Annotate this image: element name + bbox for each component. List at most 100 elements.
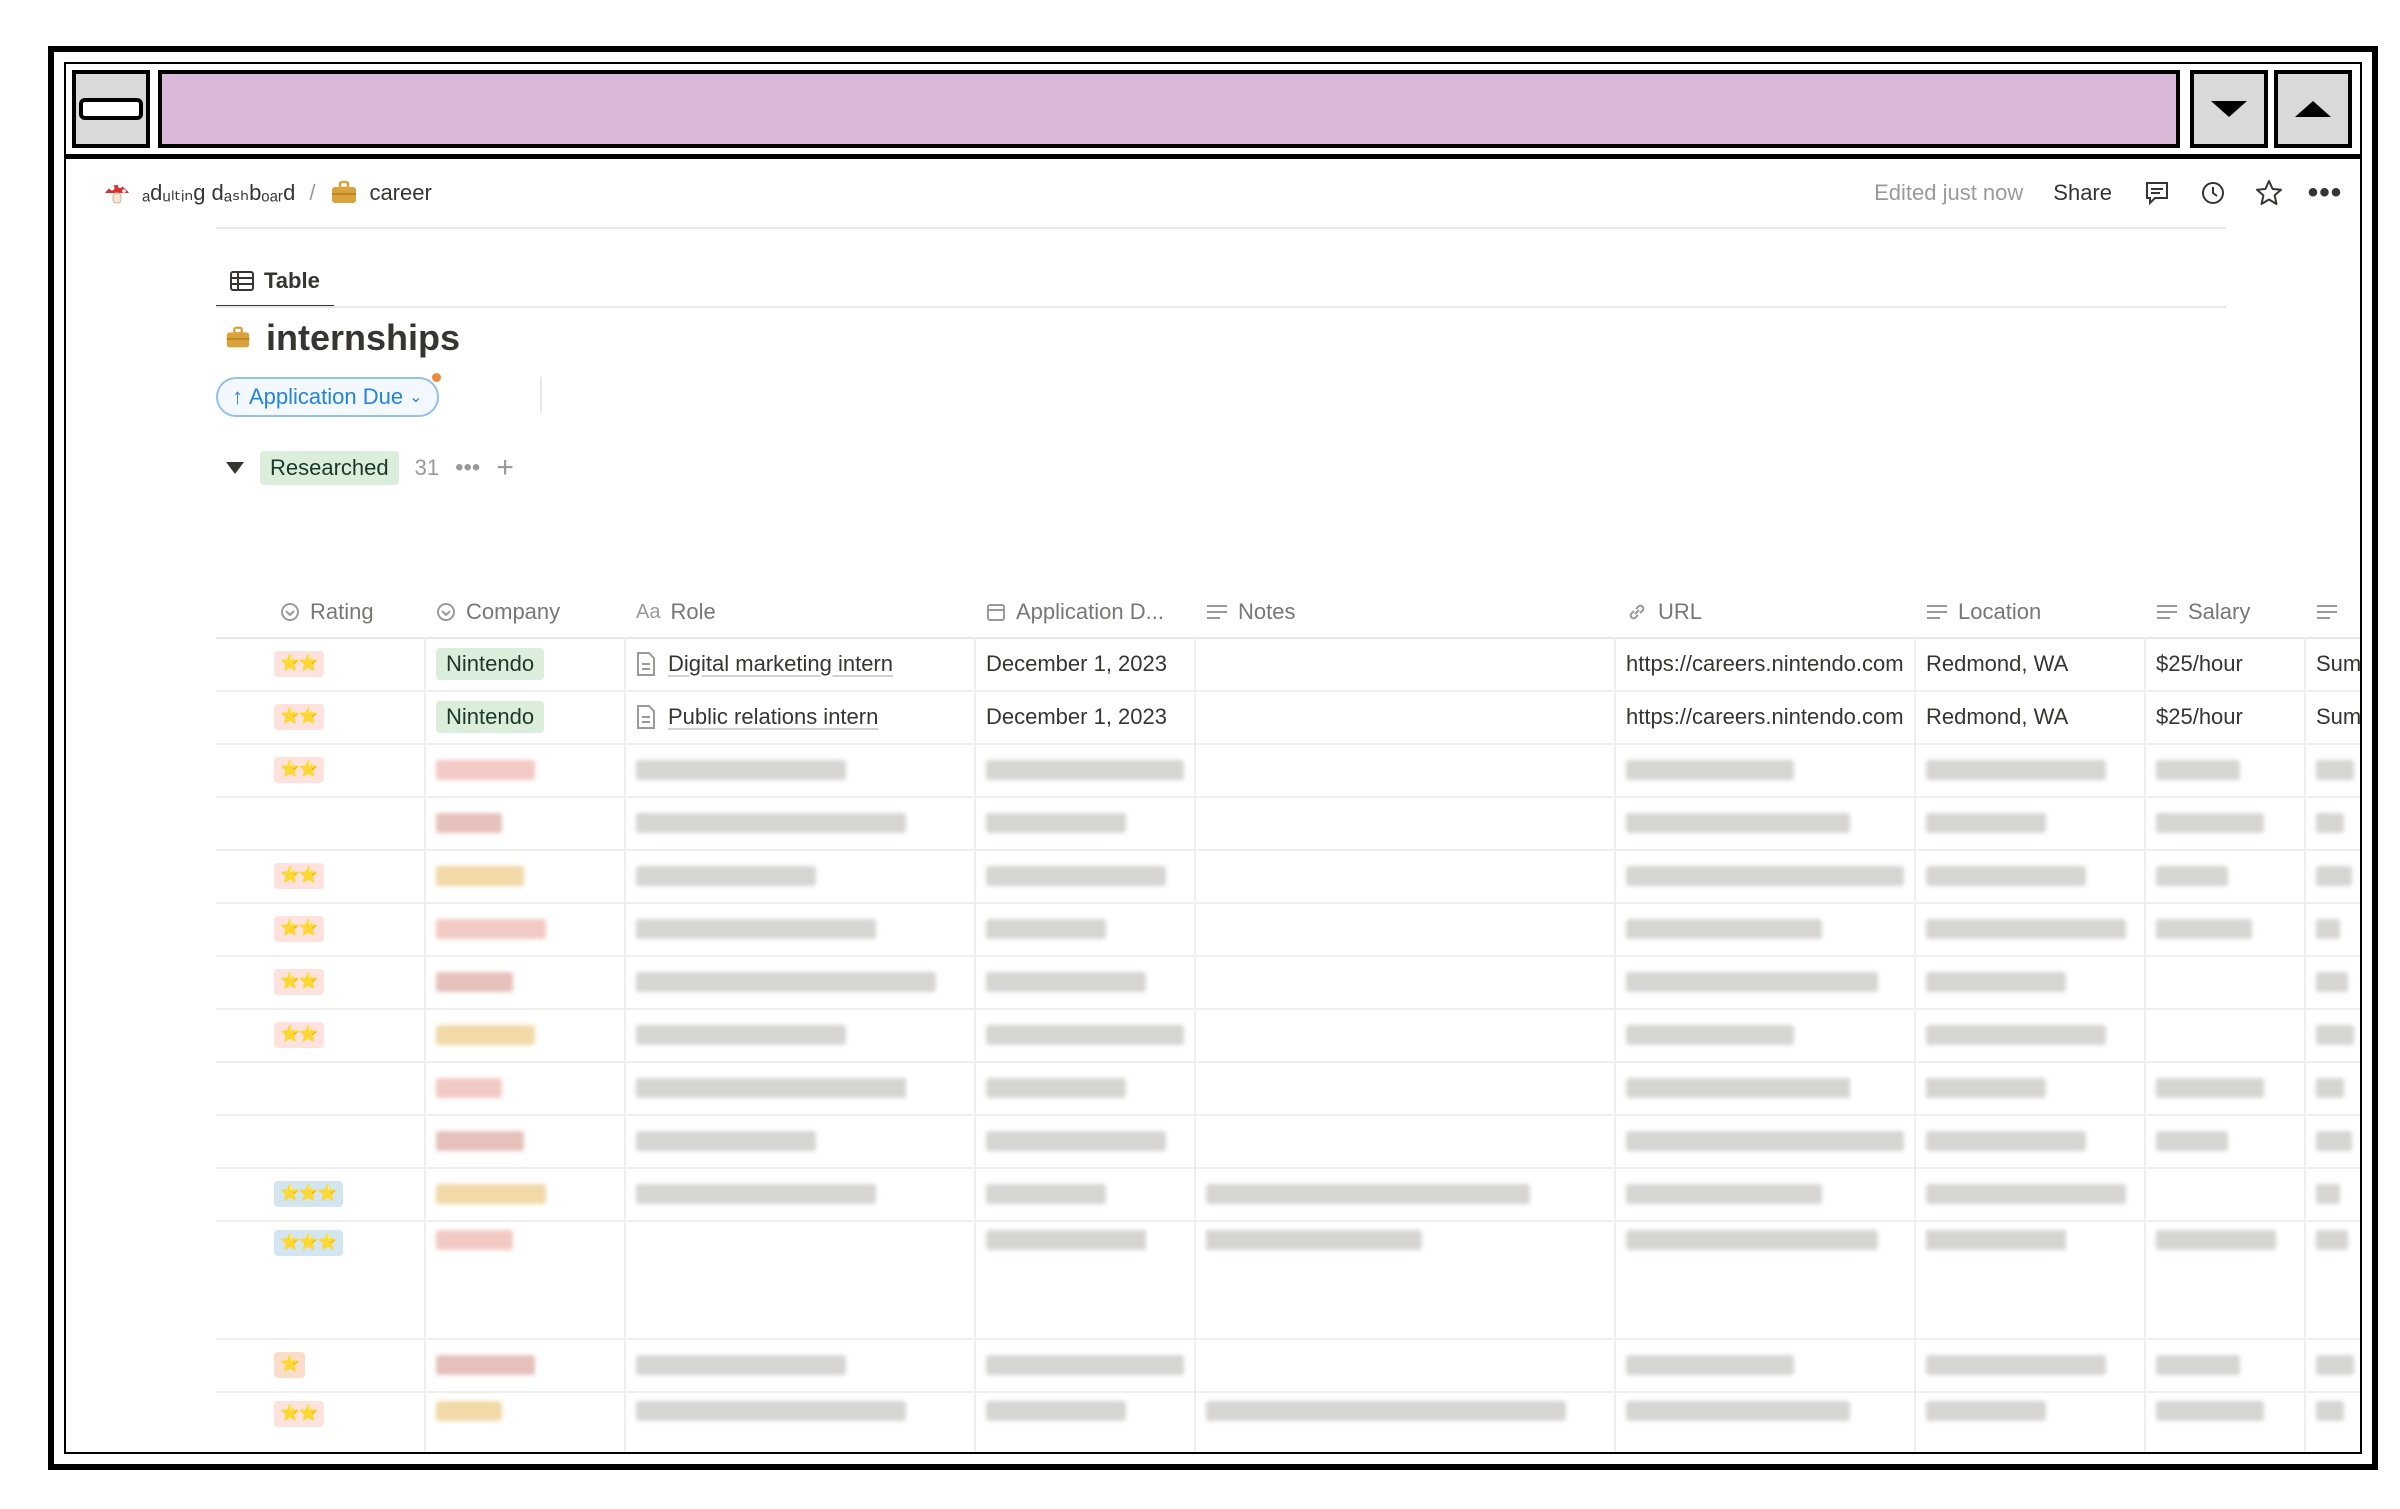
- cell-redacted[interactable]: [626, 955, 976, 1008]
- cell-redacted[interactable]: [1196, 849, 1616, 902]
- cell-redacted[interactable]: [976, 743, 1196, 796]
- role-link[interactable]: Public relations intern: [668, 704, 878, 730]
- cell-redacted[interactable]: [1916, 1114, 2146, 1167]
- table-row-redacted[interactable]: ⭐⭐⭐: [216, 1220, 2360, 1340]
- cell-redacted[interactable]: [1916, 1338, 2146, 1391]
- cell-redacted[interactable]: [2146, 1114, 2306, 1167]
- table-row-redacted[interactable]: ⭐⭐: [216, 743, 2360, 798]
- table-row-redacted[interactable]: [216, 1061, 2360, 1116]
- cell-notes[interactable]: [1196, 690, 1616, 743]
- table-row-redacted[interactable]: ⭐⭐: [216, 902, 2360, 957]
- cell-redacted[interactable]: [976, 902, 1196, 955]
- cell-redacted[interactable]: [2146, 1061, 2306, 1114]
- cell-redacted[interactable]: [426, 1220, 626, 1338]
- window-close-button[interactable]: [72, 70, 150, 148]
- cell-url[interactable]: https://careers.nintendo.com: [1616, 637, 1916, 690]
- cell-redacted[interactable]: [1916, 1220, 2146, 1338]
- cell-redacted[interactable]: [2146, 796, 2306, 849]
- cell-redacted[interactable]: [2146, 902, 2306, 955]
- cell-redacted[interactable]: ⭐⭐: [216, 902, 426, 955]
- cell-role[interactable]: Public relations intern: [626, 690, 976, 743]
- cell-redacted[interactable]: [1196, 955, 1616, 1008]
- cell-redacted[interactable]: [626, 1114, 976, 1167]
- history-icon[interactable]: [2196, 176, 2230, 210]
- cell-redacted[interactable]: [1616, 1167, 1916, 1220]
- column-header-role[interactable]: Aa Role: [626, 587, 976, 637]
- cell-application-due[interactable]: December 1, 2023: [976, 637, 1196, 690]
- cell-redacted[interactable]: [976, 849, 1196, 902]
- cell-redacted[interactable]: [1616, 849, 1916, 902]
- cell-location[interactable]: Redmond, WA: [1916, 637, 2146, 690]
- group-add-icon[interactable]: +: [496, 453, 514, 483]
- cell-redacted[interactable]: ⭐⭐: [216, 955, 426, 1008]
- cell-redacted[interactable]: [626, 1061, 976, 1114]
- column-header-location[interactable]: Location: [1916, 587, 2146, 637]
- cell-role[interactable]: Digital marketing intern: [626, 637, 976, 690]
- share-button[interactable]: Share: [2053, 180, 2112, 206]
- cell-redacted[interactable]: [1616, 743, 1916, 796]
- column-header-overflow[interactable]: [2306, 587, 2360, 637]
- cell-redacted[interactable]: [426, 796, 626, 849]
- cell-redacted[interactable]: [2306, 1167, 2360, 1220]
- cell-redacted[interactable]: [1196, 743, 1616, 796]
- cell-redacted[interactable]: [1196, 902, 1616, 955]
- cell-redacted[interactable]: [976, 1167, 1196, 1220]
- cell-redacted[interactable]: [2306, 1061, 2360, 1114]
- cell-redacted[interactable]: [626, 743, 976, 796]
- cell-redacted[interactable]: [2146, 1391, 2306, 1452]
- cell-redacted[interactable]: [1616, 902, 1916, 955]
- column-header-application-due[interactable]: Application D...: [976, 587, 1196, 637]
- cell-redacted[interactable]: [2306, 1008, 2360, 1061]
- cell-redacted[interactable]: [426, 1061, 626, 1114]
- favorite-icon[interactable]: [2252, 176, 2286, 210]
- cell-redacted[interactable]: [2306, 849, 2360, 902]
- sort-application-due-button[interactable]: ↑ Application Due ⌄: [216, 373, 441, 417]
- cell-extra[interactable]: Sum: [2306, 690, 2360, 743]
- cell-redacted[interactable]: [1196, 1008, 1616, 1061]
- cell-redacted[interactable]: [2306, 1114, 2360, 1167]
- table-row-redacted[interactable]: ⭐: [216, 1338, 2360, 1393]
- cell-redacted[interactable]: ⭐⭐: [216, 849, 426, 902]
- cell-redacted[interactable]: [1616, 796, 1916, 849]
- group-more-icon[interactable]: •••: [455, 454, 480, 482]
- column-header-company[interactable]: Company: [426, 587, 626, 637]
- cell-redacted[interactable]: [1616, 1220, 1916, 1338]
- cell-redacted[interactable]: [1916, 1008, 2146, 1061]
- title-bar[interactable]: [66, 64, 2360, 159]
- cell-redacted[interactable]: [2306, 902, 2360, 955]
- cell-redacted[interactable]: [1196, 1167, 1616, 1220]
- cell-redacted[interactable]: [1196, 1061, 1616, 1114]
- cell-redacted[interactable]: [2146, 743, 2306, 796]
- table-row-redacted[interactable]: ⭐⭐: [216, 849, 2360, 904]
- cell-redacted[interactable]: [2306, 1220, 2360, 1338]
- cell-salary[interactable]: $25/hour: [2146, 637, 2306, 690]
- cell-redacted[interactable]: [976, 1061, 1196, 1114]
- breadcrumb-workspace[interactable]: ₐdᵤₗₜᵢₙg dₐₛₕbₒₐᵣd: [142, 180, 295, 206]
- cell-redacted[interactable]: [2146, 1167, 2306, 1220]
- table-row-redacted[interactable]: ⭐⭐: [216, 1391, 2360, 1452]
- cell-redacted[interactable]: [2306, 743, 2360, 796]
- cell-redacted[interactable]: [2146, 849, 2306, 902]
- window-minimize-button[interactable]: [2190, 70, 2268, 148]
- cell-redacted[interactable]: [426, 1167, 626, 1220]
- cell-redacted[interactable]: [426, 902, 626, 955]
- database-title[interactable]: internships: [224, 317, 460, 359]
- table-row[interactable]: ⭐⭐ Nintendo Digital marketing intern Decemb…: [216, 637, 2360, 692]
- cell-redacted[interactable]: [1616, 1391, 1916, 1452]
- cell-redacted[interactable]: [2146, 1220, 2306, 1338]
- cell-redacted[interactable]: [1916, 902, 2146, 955]
- cell-redacted[interactable]: [426, 743, 626, 796]
- cell-redacted[interactable]: [626, 1008, 976, 1061]
- cell-company[interactable]: Nintendo: [426, 690, 626, 743]
- cell-redacted[interactable]: [2306, 955, 2360, 1008]
- cell-redacted[interactable]: [1196, 796, 1616, 849]
- cell-redacted[interactable]: ⭐⭐: [216, 1391, 426, 1452]
- cell-redacted[interactable]: [1196, 1114, 1616, 1167]
- cell-redacted[interactable]: ⭐⭐⭐: [216, 1220, 426, 1338]
- cell-redacted[interactable]: ⭐⭐: [216, 1008, 426, 1061]
- cell-redacted[interactable]: [1616, 1338, 1916, 1391]
- cell-redacted[interactable]: [626, 902, 976, 955]
- cell-redacted[interactable]: [1916, 743, 2146, 796]
- cell-redacted[interactable]: [2306, 796, 2360, 849]
- tab-table-view[interactable]: Table: [216, 257, 334, 308]
